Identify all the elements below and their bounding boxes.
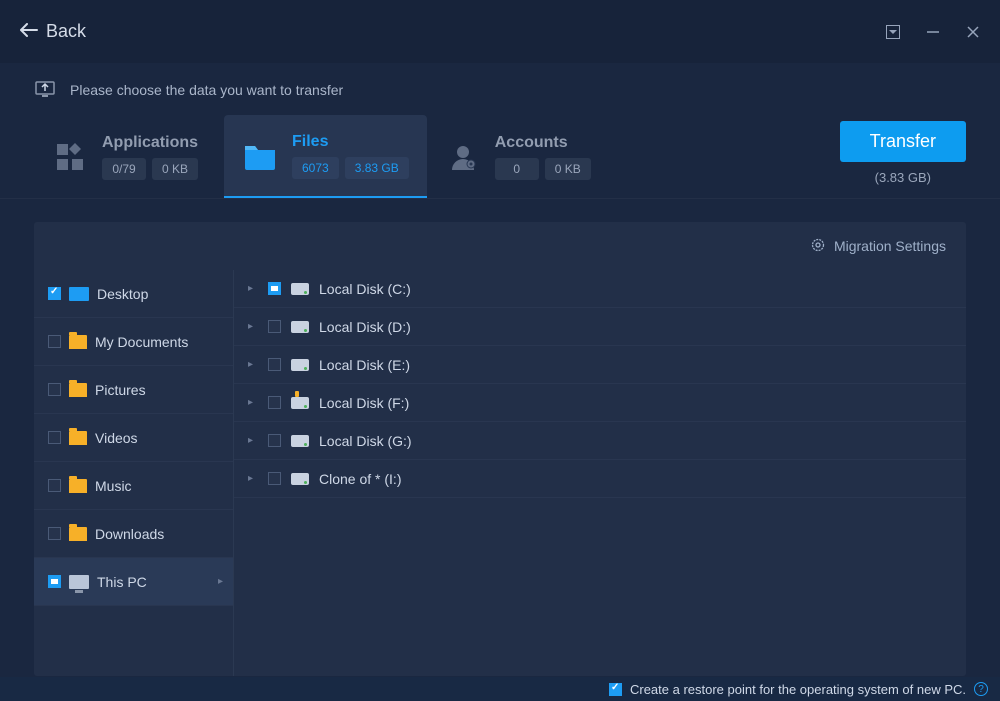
sidebar-item-label: Downloads <box>95 526 164 542</box>
folder-icon <box>69 431 87 445</box>
checkbox[interactable] <box>268 434 281 447</box>
disk-icon <box>291 397 309 409</box>
titlebar: Back <box>0 0 1000 63</box>
restore-point-checkbox[interactable] <box>609 683 622 696</box>
folder-icon <box>69 479 87 493</box>
checkbox[interactable] <box>48 479 61 492</box>
disk-row[interactable]: ▸ Local Disk (G:) <box>234 422 966 460</box>
content-panel: Migration Settings Desktop My Documents … <box>34 222 966 676</box>
back-arrow-icon <box>20 21 38 42</box>
sidebar-item-label: Videos <box>95 430 138 446</box>
checkbox[interactable] <box>268 472 281 485</box>
disk-list: ▸ Local Disk (C:) ▸ Local Disk (D:) ▸ Lo… <box>234 270 966 676</box>
chevron-right-icon[interactable]: ▸ <box>248 321 258 332</box>
sidebar-item-this-pc[interactable]: This PC ▸ <box>34 558 233 606</box>
disk-row[interactable]: ▸ Local Disk (D:) <box>234 308 966 346</box>
disk-row[interactable]: ▸ Local Disk (C:) <box>234 270 966 308</box>
sidebar-item-downloads[interactable]: Downloads <box>34 510 233 558</box>
disk-label: Local Disk (G:) <box>319 433 412 449</box>
back-label: Back <box>46 21 86 42</box>
footer-bar: Create a restore point for the operating… <box>0 677 1000 701</box>
folder-icon <box>69 527 87 541</box>
disk-label: Local Disk (F:) <box>319 395 409 411</box>
tab-files-size: 3.83 GB <box>345 157 409 179</box>
disk-icon <box>291 321 309 333</box>
disk-label: Local Disk (E:) <box>319 357 410 373</box>
checkbox[interactable] <box>268 282 281 295</box>
accounts-icon <box>445 139 481 175</box>
window-controls <box>886 25 980 39</box>
disk-icon <box>291 473 309 485</box>
applications-icon <box>52 139 88 175</box>
chevron-right-icon[interactable]: ▸ <box>248 397 258 408</box>
chevron-right-icon[interactable]: ▸ <box>248 359 258 370</box>
tab-files-count: 6073 <box>292 157 339 179</box>
disk-label: Local Disk (C:) <box>319 281 411 297</box>
tab-accounts-count: 0 <box>495 158 539 180</box>
tab-applications-count: 0/79 <box>102 158 146 180</box>
checkbox[interactable] <box>268 320 281 333</box>
help-icon[interactable]: ? <box>974 682 988 696</box>
sidebar-item-desktop[interactable]: Desktop <box>34 270 233 318</box>
disk-row[interactable]: ▸ Local Disk (F:) <box>234 384 966 422</box>
panel-header: Migration Settings <box>34 222 966 270</box>
transfer-size: (3.83 GB) <box>875 170 931 185</box>
checkbox[interactable] <box>48 287 61 300</box>
transfer-area: Transfer (3.83 GB) <box>840 115 966 198</box>
disk-row[interactable]: ▸ Local Disk (E:) <box>234 346 966 384</box>
chevron-right-icon[interactable]: ▸ <box>248 435 258 446</box>
files-icon <box>242 138 278 174</box>
tab-accounts[interactable]: Accounts 0 0 KB <box>427 115 617 198</box>
minimize-icon[interactable] <box>926 25 940 39</box>
pc-icon <box>69 575 89 589</box>
sidebar-item-documents[interactable]: My Documents <box>34 318 233 366</box>
disk-icon <box>291 435 309 447</box>
sidebar-item-label: My Documents <box>95 334 188 350</box>
migration-settings-link[interactable]: Migration Settings <box>834 238 946 254</box>
checkbox[interactable] <box>268 358 281 371</box>
disk-label: Local Disk (D:) <box>319 319 411 335</box>
chevron-right-icon[interactable]: ▸ <box>248 283 258 294</box>
sidebar-item-videos[interactable]: Videos <box>34 414 233 462</box>
source-tree: Desktop My Documents Pictures Videos Mus <box>34 270 234 676</box>
folder-icon <box>69 335 87 349</box>
restore-point-label: Create a restore point for the operating… <box>630 682 966 697</box>
upload-monitor-icon <box>34 78 56 103</box>
disk-row[interactable]: ▸ Clone of * (I:) <box>234 460 966 498</box>
instruction-text: Please choose the data you want to trans… <box>70 82 343 98</box>
sidebar-item-label: Music <box>95 478 132 494</box>
sidebar-item-music[interactable]: Music <box>34 462 233 510</box>
disk-icon <box>291 359 309 371</box>
checkbox[interactable] <box>48 335 61 348</box>
folder-icon <box>69 383 87 397</box>
sidebar-item-label: Pictures <box>95 382 146 398</box>
checkbox[interactable] <box>48 527 61 540</box>
tab-applications-size: 0 KB <box>152 158 198 180</box>
dropdown-icon[interactable] <box>886 25 900 39</box>
checkbox[interactable] <box>268 396 281 409</box>
desktop-icon <box>69 287 89 301</box>
chevron-right-icon[interactable]: ▸ <box>248 473 258 484</box>
tab-applications[interactable]: Applications 0/79 0 KB <box>34 115 224 198</box>
tab-accounts-size: 0 KB <box>545 158 591 180</box>
category-tabs: Applications 0/79 0 KB Files 6073 3.83 G… <box>0 107 1000 199</box>
close-icon[interactable] <box>966 25 980 39</box>
chevron-right-icon: ▸ <box>218 576 223 587</box>
checkbox[interactable] <box>48 431 61 444</box>
checkbox[interactable] <box>48 575 61 588</box>
transfer-button[interactable]: Transfer <box>840 121 966 162</box>
instruction-bar: Please choose the data you want to trans… <box>0 63 1000 107</box>
tab-accounts-title: Accounts <box>495 134 591 152</box>
tab-files[interactable]: Files 6073 3.83 GB <box>224 115 427 198</box>
tab-applications-title: Applications <box>102 134 198 152</box>
disk-label: Clone of * (I:) <box>319 471 401 487</box>
gear-icon <box>810 237 826 256</box>
sidebar-item-pictures[interactable]: Pictures <box>34 366 233 414</box>
sidebar-item-label: Desktop <box>97 286 148 302</box>
sidebar-item-label: This PC <box>97 574 147 590</box>
disk-icon <box>291 283 309 295</box>
back-button[interactable]: Back <box>20 21 86 42</box>
checkbox[interactable] <box>48 383 61 396</box>
tab-files-title: Files <box>292 133 409 151</box>
